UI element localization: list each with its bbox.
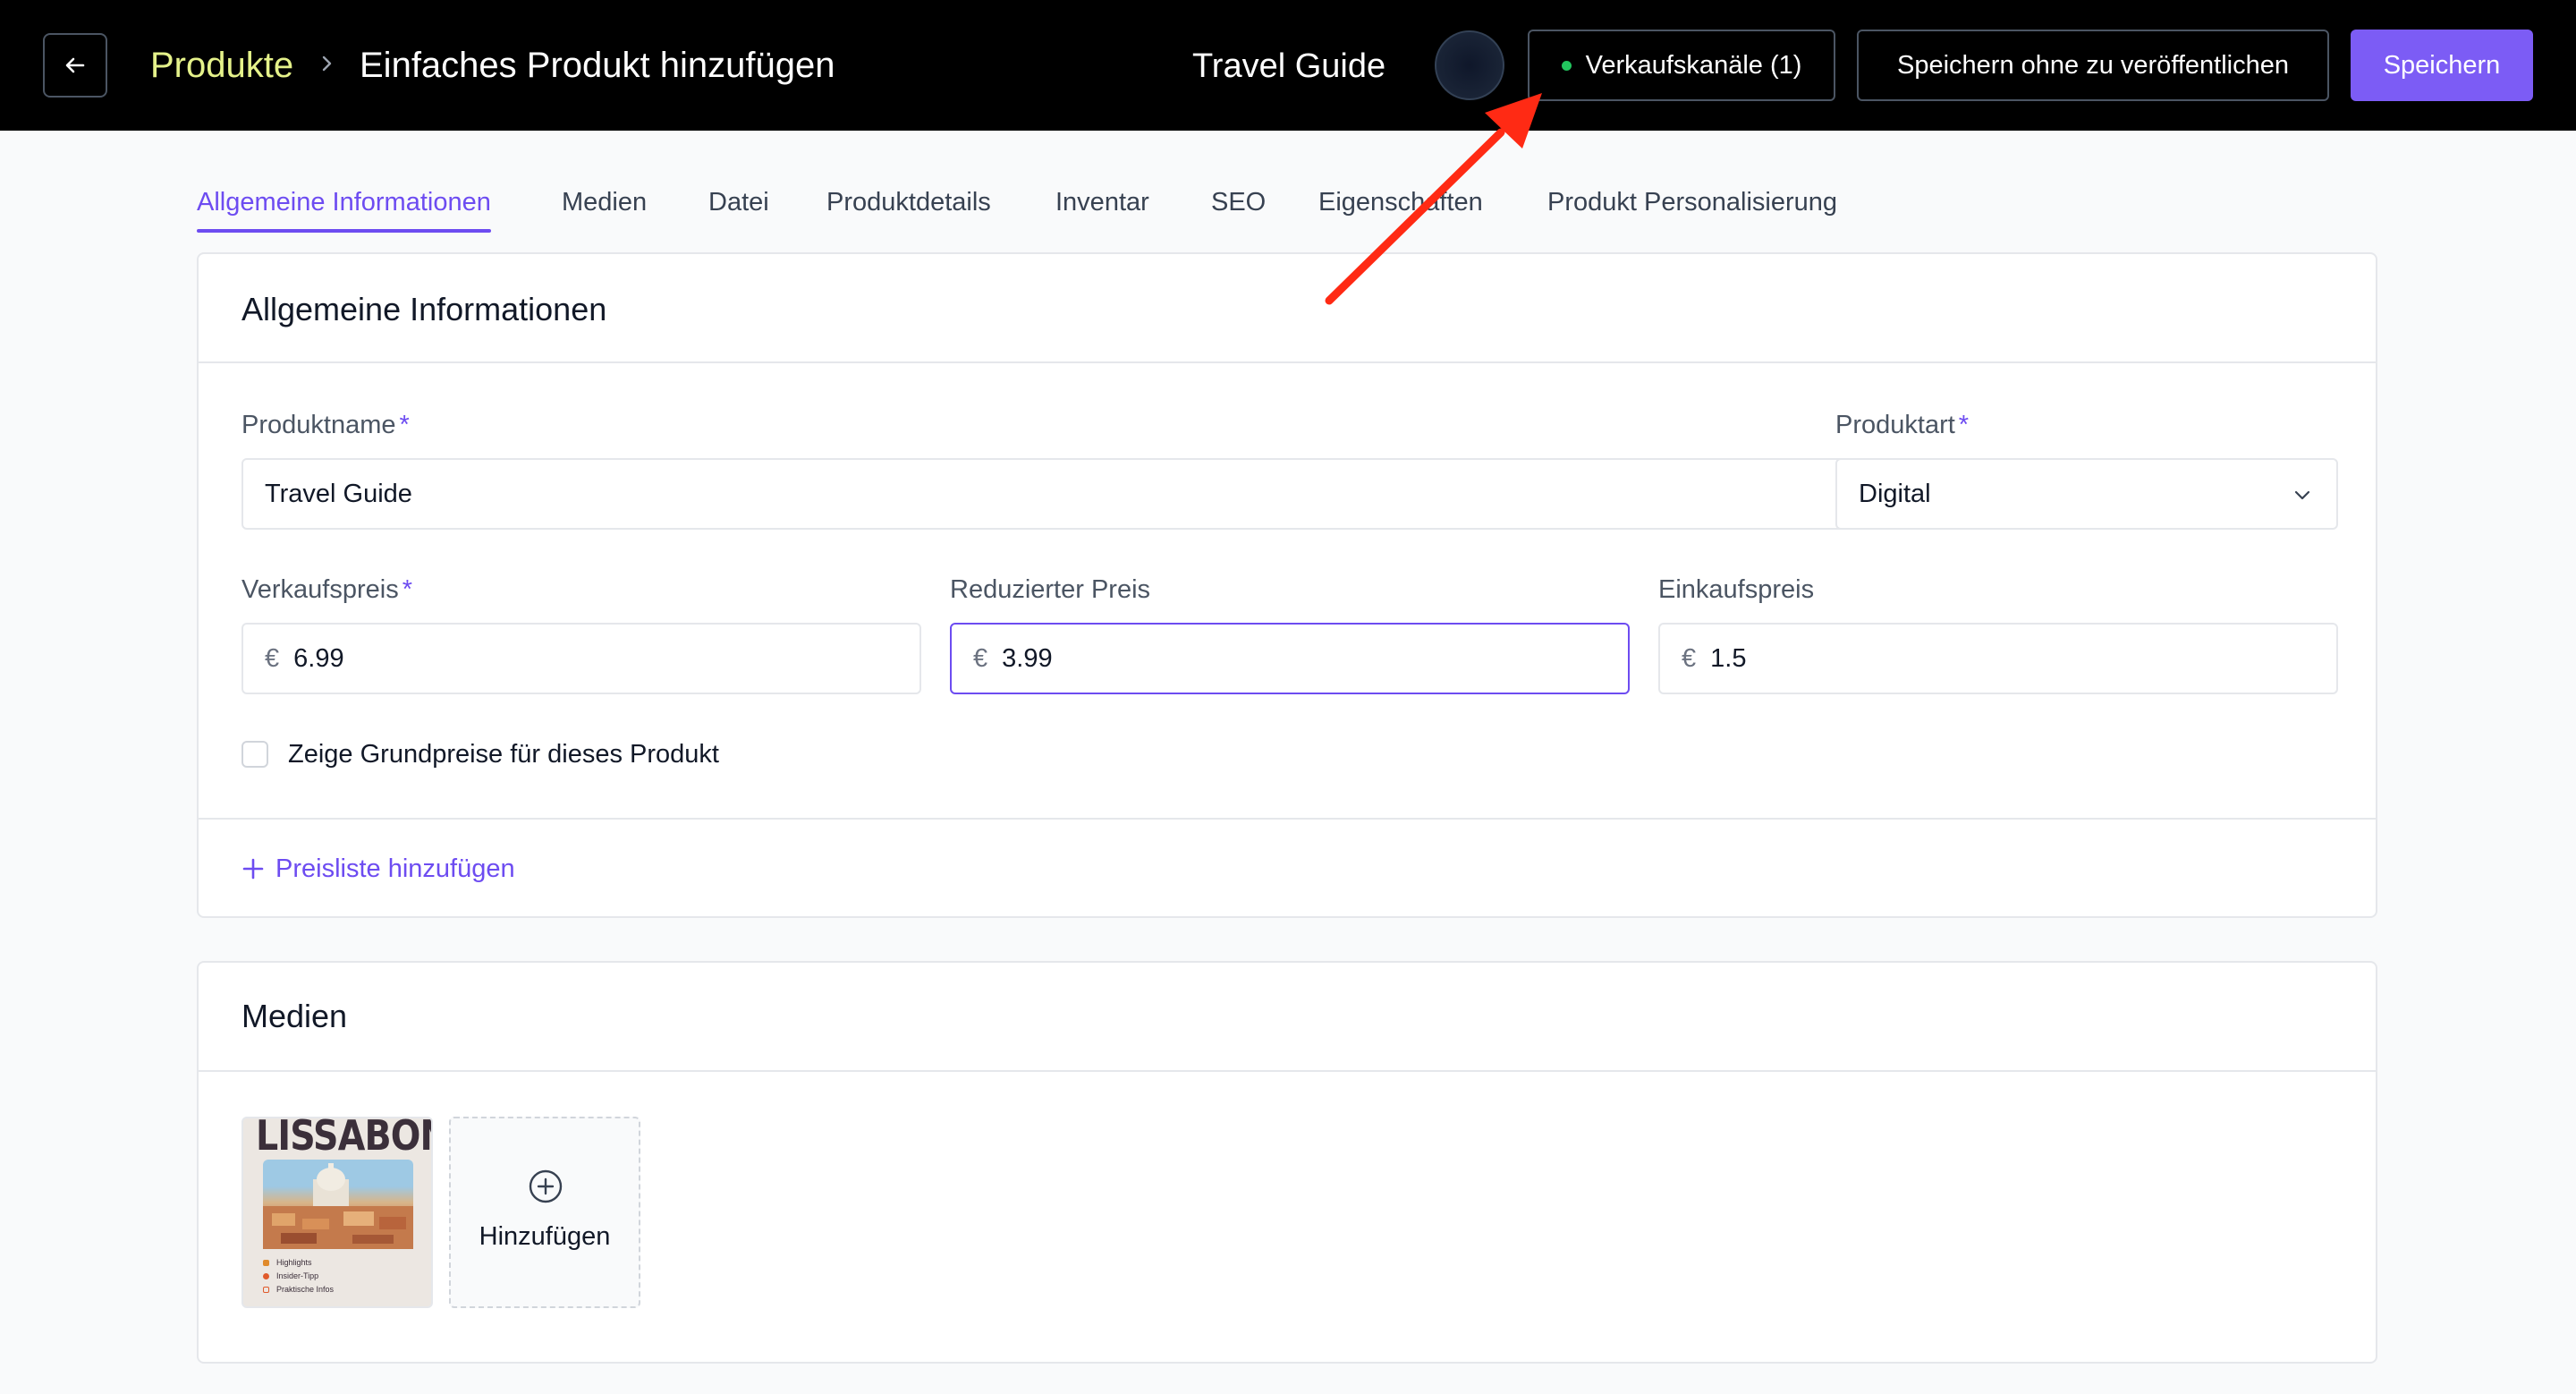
tab-general-info[interactable]: Allgemeine Informationen <box>197 179 491 233</box>
euro-icon: € <box>265 643 280 673</box>
product-type-value: Digital <box>1859 479 1931 508</box>
thumbnail-title: LISSABON <box>256 1117 433 1160</box>
euro-icon: € <box>1682 643 1697 673</box>
page-title: Einfaches Produkt hinzufügen <box>360 46 835 85</box>
product-name-input[interactable]: Travel Guide <box>242 458 2004 530</box>
purchase-price-input[interactable]: € 1.5 <box>1658 623 2338 694</box>
reduced-price-label: Reduzierter Preis <box>950 575 1151 604</box>
sale-price-label-text: Verkaufspreis <box>242 575 399 604</box>
tab-product-details[interactable]: Produktdetails <box>826 179 991 225</box>
media-thumbnail[interactable]: LISSABON Highlights Insider-Tipp Praktis… <box>242 1117 433 1308</box>
product-type-label: Produktart * <box>1835 408 1969 442</box>
product-name-display: Travel Guide <box>1192 47 1386 85</box>
base-price-checkbox[interactable] <box>242 741 268 768</box>
tab-product-personalization[interactable]: Produkt Personalisierung <box>1547 179 1837 225</box>
save-label: Speichern <box>2383 50 2501 80</box>
section-title: Allgemeine Informationen <box>242 291 607 327</box>
required-mark: * <box>1958 411 1970 439</box>
city-illustration <box>263 1163 413 1249</box>
status-dot-icon <box>1561 60 1572 71</box>
top-bar: Produkte Einfaches Produkt hinzufügen Tr… <box>0 0 2576 131</box>
save-without-publish-button[interactable]: Speichern ohne zu veröffentlichen <box>1857 30 2329 101</box>
section-title: Medien <box>242 998 348 1034</box>
tab-file[interactable]: Datei <box>708 179 769 225</box>
tab-seo[interactable]: SEO <box>1211 179 1266 225</box>
product-name-label-text: Produktname <box>242 411 396 439</box>
general-info-card: Allgemeine Informationen Produktname * Tr… <box>197 252 2377 918</box>
star-icon <box>263 1260 269 1267</box>
thumbnail-list: Highlights Insider-Tipp Praktische Infos <box>263 1256 334 1296</box>
sale-price-label: Verkaufspreis * <box>242 573 412 607</box>
thumbnail-photo <box>263 1160 413 1249</box>
reduced-price-value: 3.99 <box>1002 643 1053 673</box>
tab-inventory[interactable]: Inventar <box>1055 179 1149 225</box>
divider <box>199 818 2376 820</box>
required-mark: * <box>402 575 412 604</box>
required-mark: * <box>399 411 410 439</box>
calendar-icon <box>263 1287 269 1294</box>
product-name-value: Travel Guide <box>265 479 412 508</box>
chevron-right-icon <box>322 55 332 72</box>
arrow-left-icon <box>65 57 85 73</box>
save-without-publish-label: Speichern ohne zu veröffentlichen <box>1897 50 2289 80</box>
back-button[interactable] <box>43 33 107 98</box>
chevron-down-icon <box>2294 490 2310 500</box>
thumbnail-bullet: Highlights <box>276 1258 312 1267</box>
breadcrumb-products-link[interactable]: Produkte <box>150 43 293 88</box>
add-media-label: Hinzufügen <box>479 1222 611 1251</box>
sale-price-input[interactable]: € 6.99 <box>242 623 921 694</box>
product-name-label: Produktname * <box>242 408 410 442</box>
product-type-select[interactable]: Digital <box>1835 458 2338 530</box>
save-button[interactable]: Speichern <box>2351 30 2533 101</box>
purchase-price-value: 1.5 <box>1710 643 1747 673</box>
divider <box>199 1070 2376 1072</box>
product-type-label-text: Produktart <box>1835 411 1955 439</box>
purchase-price-label: Einkaufspreis <box>1658 575 1815 604</box>
tab-media[interactable]: Medien <box>562 179 647 225</box>
thumbnail-bullet: Insider-Tipp <box>276 1271 319 1280</box>
euro-icon: € <box>973 643 988 673</box>
tab-properties[interactable]: Eigenschaften <box>1318 179 1483 225</box>
divider <box>199 361 2376 363</box>
sale-price-value: 6.99 <box>293 643 344 673</box>
add-media-button[interactable]: Hinzufügen <box>449 1117 640 1308</box>
media-card: Medien LISSABON Highlights Insider-Tipp … <box>197 961 2377 1364</box>
plus-circle-icon <box>529 1169 563 1203</box>
reduced-price-input[interactable]: € 3.99 <box>950 623 1630 694</box>
sales-channels-button[interactable]: Verkaufskanäle (1) <box>1528 30 1835 101</box>
pin-icon <box>263 1273 269 1280</box>
thumbnail-bullet: Praktische Infos <box>276 1285 335 1294</box>
avatar[interactable] <box>1435 30 1504 100</box>
base-price-checkbox-label[interactable]: Zeige Grundpreise für dieses Produkt <box>288 737 719 771</box>
sales-channels-label: Verkaufskanäle (1) <box>1585 50 1802 80</box>
add-pricelist-label: Preisliste hinzufügen <box>275 854 515 883</box>
add-pricelist-button[interactable]: Preisliste hinzufügen <box>242 852 515 886</box>
plus-icon <box>242 858 264 880</box>
